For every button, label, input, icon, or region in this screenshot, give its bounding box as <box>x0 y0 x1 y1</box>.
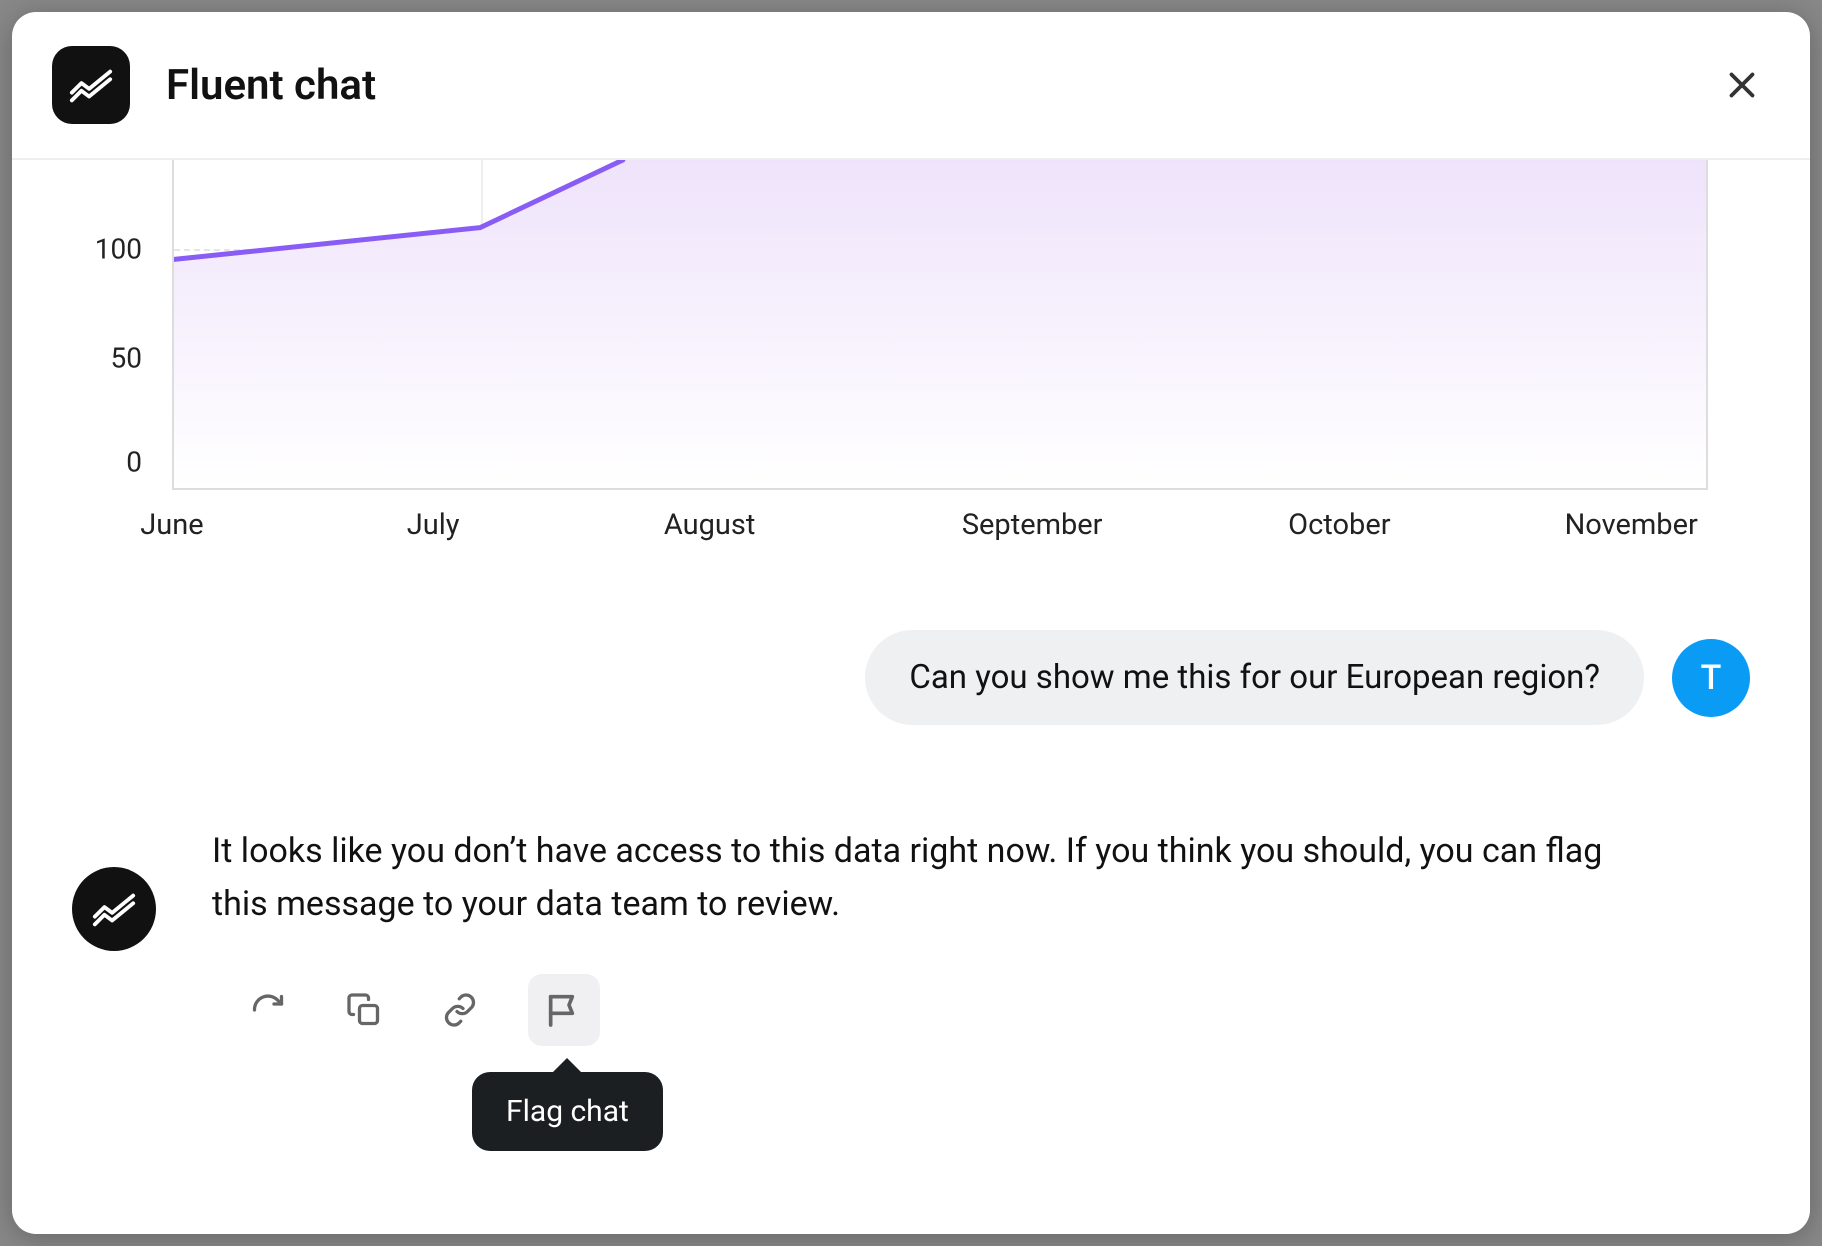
y-tick-label: 100 <box>95 233 142 266</box>
link-button[interactable] <box>432 982 488 1038</box>
link-icon <box>442 992 478 1028</box>
chart-y-axis: 100 50 0 <box>12 160 172 490</box>
close-icon <box>1724 67 1760 103</box>
page-title: Fluent chat <box>166 61 376 110</box>
bot-message-content: It looks like you don’t have access to t… <box>212 825 1750 1046</box>
chart-x-axis: June July August September October Novem… <box>172 508 1708 548</box>
flag-tooltip: Flag chat <box>472 1072 663 1151</box>
retry-button[interactable] <box>240 982 296 1038</box>
user-message-text: Can you show me this for our European re… <box>909 658 1600 697</box>
user-message-bubble: Can you show me this for our European re… <box>865 630 1644 725</box>
fluent-logo-icon <box>68 62 114 108</box>
chart: 100 50 0 <box>12 160 1810 570</box>
x-tick-label: October <box>1288 508 1390 542</box>
user-avatar: T <box>1672 639 1750 717</box>
x-tick-label: September <box>962 508 1103 542</box>
chat-window: Fluent chat 100 50 0 <box>12 12 1810 1234</box>
message-actions: Flag chat <box>240 974 1750 1046</box>
tooltip-text: Flag chat <box>506 1094 629 1129</box>
user-avatar-letter: T <box>1701 658 1722 698</box>
bot-message-row: It looks like you don’t have access to t… <box>12 725 1810 1046</box>
bot-message-text: It looks like you don’t have access to t… <box>212 825 1652 930</box>
chart-plot-area <box>172 160 1708 490</box>
flag-button[interactable] <box>528 974 600 1046</box>
y-tick-label: 0 <box>126 446 142 479</box>
redo-icon <box>250 992 286 1028</box>
header: Fluent chat <box>12 12 1810 160</box>
close-button[interactable] <box>1714 57 1770 113</box>
x-tick-label: November <box>1565 508 1698 542</box>
app-logo <box>52 46 130 124</box>
bot-avatar <box>72 867 156 951</box>
y-tick-label: 50 <box>111 342 142 375</box>
copy-button[interactable] <box>336 982 392 1038</box>
x-tick-label: June <box>140 508 203 542</box>
fluent-logo-icon <box>91 886 137 932</box>
chart-area-fill <box>174 160 1706 488</box>
flag-icon <box>544 990 584 1030</box>
user-message-row: Can you show me this for our European re… <box>12 570 1810 725</box>
x-tick-label: August <box>664 508 755 542</box>
x-tick-label: July <box>407 508 460 542</box>
copy-icon <box>346 992 382 1028</box>
